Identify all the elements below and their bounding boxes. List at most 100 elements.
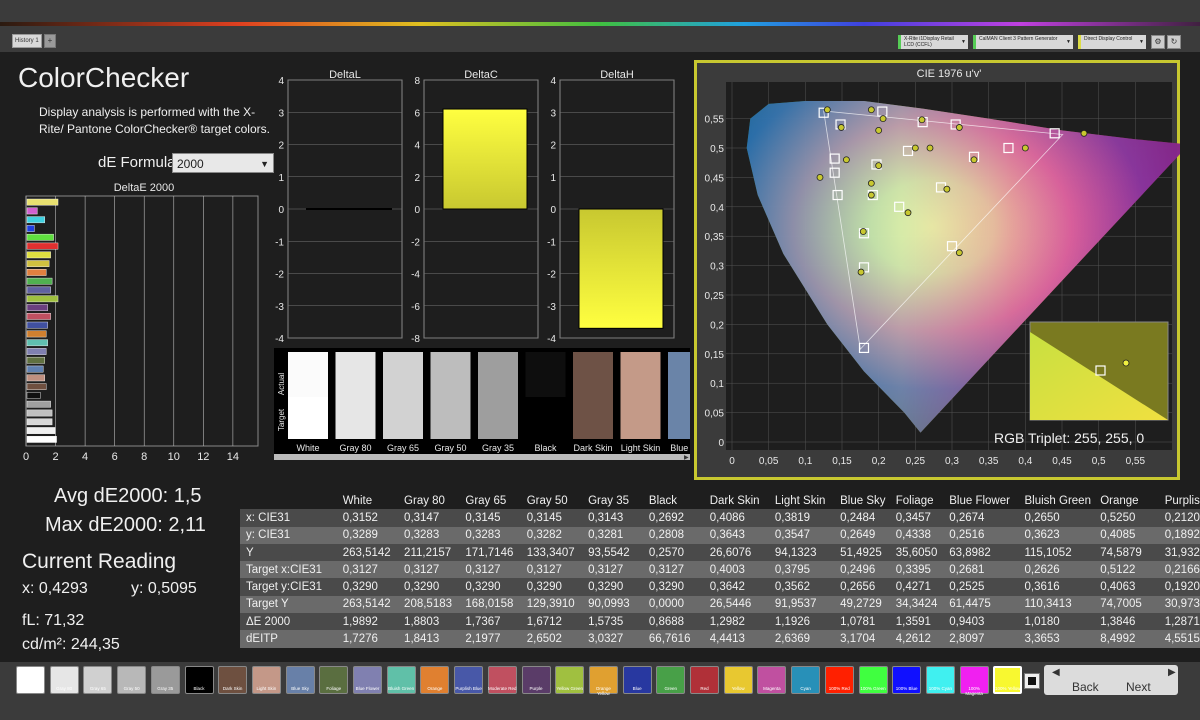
table-header-cell: Black [648,494,678,507]
add-tab-button[interactable]: + [44,34,56,48]
patch-label: Gray 80 [56,686,73,691]
table-cell: 3,1704 [834,630,890,648]
swatch-label: Black [534,443,557,453]
delta-ytick: 0 [414,205,420,216]
table-cell: 0,4338 [889,526,944,544]
cie-ytick: 0,25 [705,291,725,302]
table-cell: 0,2484 [834,509,890,527]
cie-xtick: 0,45 [1052,456,1072,467]
table-cell: 1,5735 [582,613,643,631]
table-cell: 4,2612 [889,630,944,648]
patch-label: Bluish Green [388,686,415,691]
delta-ytick: 3 [278,108,284,119]
swatch-label: Gray 35 [482,443,514,453]
actual-label: Actual [277,373,286,395]
meter-dropdown[interactable]: X-Rite i1Display Retail LCD (CCFL) ▼ [898,35,968,49]
cie-xtick: 0,1 [798,456,812,467]
cie-ytick: 0 [718,438,724,449]
display-control-dropdown[interactable]: Direct Display Control ▼ [1078,35,1146,49]
table-cell: 0,8688 [642,613,704,631]
table-cell: 26,6076 [703,543,769,562]
settings-icon[interactable]: ⚙ [1151,35,1165,49]
table-row: Target Y 263,5142 208,5183 168,0158 129,3910… [240,595,1200,614]
delta-panel-title: DeltaL [329,69,361,81]
zoom-measured-point [1122,359,1130,367]
delta-charts: DeltaL 4 3 2 1 0 -1 -2 -3 -4 DeltaC 8 6 4 2 0 -2 -4 -6 -8 De… [275,69,675,345]
tab-history[interactable]: History 1 [12,34,42,48]
reading-cdm2: cd/m²: 244,35 [22,636,120,653]
back-arrow-icon[interactable]: ◀ [1052,667,1060,678]
table-cell: 1,8803 [398,613,460,631]
delta-panel-title: DeltaH [600,69,634,81]
measured-point [823,106,831,114]
swatch-actual [620,352,661,397]
measured-point [816,174,824,181]
measured-point [1080,129,1088,137]
patch-label: Gray 65 [89,686,106,691]
cie-xtick: 0 [729,456,735,467]
patch-label: Purplish Blue [455,686,482,691]
swatch-actual [525,352,566,397]
table-row-label: Y [240,543,337,562]
formula-select[interactable]: 2000 ▼ [172,153,274,173]
deltae-xtick: 8 [141,451,147,463]
measured-point [918,116,926,124]
generator-dropdown[interactable]: CalMAN Client 3 Pattern Generator ▼ [973,35,1073,49]
table-cell: 0,3290 [336,578,399,596]
swatch-label: Light Skin [621,443,661,453]
deltae-bar [26,427,56,434]
table-cell: 0,2525 [943,578,1019,596]
data-table: White Gray 80 Gray 65 Gray 50 Gray 35 Black Da… [240,492,1200,648]
back-button[interactable]: Back [1072,680,1099,694]
measured-point [955,124,963,131]
table-cell: 1,1926 [768,613,835,631]
cie-chart: CIE 1976 u'v' 0 0,05 0,1 0,15 0,2 0,25 0,3 0,35 0… [694,60,1180,480]
table-cell: 0,2808 [642,526,704,544]
avg-de: Avg dE2000: 1,5 [54,485,202,507]
deltae-bar [26,348,47,355]
measured-point [867,191,875,199]
patch-label: Gray 50 [123,686,140,691]
measured-point [857,268,865,276]
table-cell: 1,2982 [703,613,769,631]
table-cell: 0,0000 [642,595,704,614]
delta-ytick: 4 [550,76,556,87]
table-cell: 1,0180 [1018,613,1095,631]
nav-box [1044,665,1178,695]
table-cell: 66,7616 [642,630,704,648]
refresh-icon[interactable]: ↻ [1167,35,1181,49]
table-row-label: ΔE 2000 [240,613,337,631]
table-cell: 1,6712 [520,613,583,631]
swatch-actual [668,352,690,397]
deltae-xtick: 10 [168,451,180,463]
deltae-bar [26,269,47,276]
table-cell: 26,5446 [703,595,769,614]
next-button[interactable]: Next [1126,680,1151,694]
table-header-cell: Light Skin [774,494,826,507]
patch-label: Moderate Red [488,686,517,691]
table-cell: 110,3413 [1018,595,1095,614]
table-cell: 0,1892 [1158,526,1200,544]
cie-xtick: 0,5 [1092,456,1106,467]
table-cell: 0,3795 [768,561,835,579]
table-cell: 0,3127 [398,561,460,579]
table-cell: 0,1920 [1158,578,1200,596]
delta-ytick: -2 [275,270,284,281]
stop-button[interactable] [1024,673,1040,689]
cie-xtick: 0,2 [872,456,886,467]
swatch-actual [430,352,471,397]
swatch-actual [335,352,376,397]
table-cell: 129,3910 [520,595,583,614]
table-cell: 1,7367 [459,613,521,631]
reading-x: x: 0,4293 [22,580,88,597]
swatch-label: Dark Skin [573,443,612,453]
table-cell: 63,8982 [943,543,1019,562]
table-cell: 0,3281 [582,526,643,544]
swatch-target [620,397,661,439]
delta-ytick: -2 [411,237,420,248]
table-cell: 1,3591 [889,613,944,631]
table-cell: 0,3127 [642,561,704,579]
deltae-bar [26,251,51,259]
next-arrow-icon[interactable]: ▶ [1168,667,1176,678]
delta-ytick: 0 [278,205,284,216]
